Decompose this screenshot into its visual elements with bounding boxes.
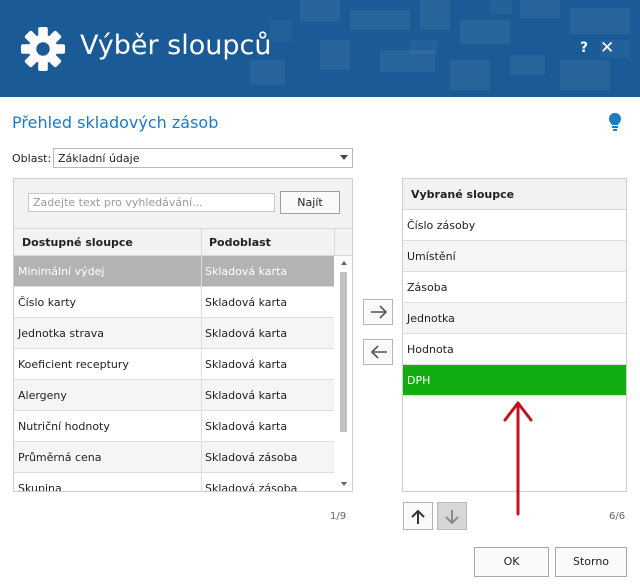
row-subarea: Skladová zásoba (205, 451, 298, 464)
column-divider (201, 318, 202, 349)
dialog-header: Výběr sloupců ? ✕ (0, 0, 640, 97)
column-divider (201, 349, 202, 380)
row-subarea: Skladová karta (205, 420, 288, 433)
lightbulb-icon[interactable] (607, 112, 623, 132)
vertical-scrollbar[interactable] (336, 256, 352, 491)
arrow-right-icon (371, 305, 388, 319)
page-subtitle: Přehled skladových zásob (12, 113, 219, 132)
selected-column-name: Zásoba (407, 281, 448, 294)
row-subarea: Skladová karta (205, 265, 288, 278)
arrow-down-icon (445, 510, 459, 525)
row-column-name: Číslo karty (18, 296, 77, 309)
column-divider (201, 256, 202, 287)
area-select-value: Základní údaje (58, 152, 140, 165)
add-column-button[interactable] (363, 299, 393, 325)
area-select[interactable]: Základní údaje (53, 148, 353, 168)
row-column-name: Průměrná cena (18, 451, 102, 464)
remove-column-button[interactable] (363, 339, 393, 365)
column-header-available[interactable]: Dostupné sloupce (22, 236, 133, 249)
row-subarea: Skladová karta (205, 296, 288, 309)
column-divider (201, 380, 202, 411)
column-divider (334, 229, 335, 256)
dialog-title: Výběr sloupců (80, 30, 272, 61)
table-row[interactable]: Alergeny Skladová karta (14, 380, 334, 411)
row-subarea: Skladová karta (205, 358, 288, 371)
column-divider (201, 229, 202, 256)
list-item[interactable]: Zásoba (403, 272, 626, 303)
selected-column-name: Hodnota (407, 343, 454, 356)
gear-icon (20, 26, 66, 72)
row-subarea: Skladová karta (205, 327, 288, 340)
selected-pager: 6/6 (609, 511, 626, 522)
row-column-name: Nutriční hodnoty (18, 420, 110, 433)
table-row[interactable]: Minimální výdej Skladová karta (14, 256, 334, 287)
arrow-left-icon (370, 345, 387, 359)
chevron-down-icon (340, 155, 348, 160)
annotation-arrow-icon (503, 401, 533, 516)
find-button[interactable]: Najít (280, 191, 340, 214)
list-item-selected[interactable]: DPH (403, 365, 626, 396)
list-item[interactable]: Umístění (403, 241, 626, 272)
list-item[interactable]: Číslo zásoby (403, 210, 626, 241)
table-row[interactable]: Číslo karty Skladová karta (14, 287, 334, 318)
row-column-name: Alergeny (18, 389, 67, 402)
search-toolbar: Najít (14, 179, 352, 228)
available-columns-list: Minimální výdej Skladová karta Číslo kar… (14, 256, 334, 492)
row-subarea: Skladová karta (205, 389, 288, 402)
search-input[interactable] (28, 193, 275, 212)
selected-column-name: Umístění (407, 250, 456, 263)
row-column-name: Minimální výdej (18, 265, 105, 278)
table-row[interactable]: Nutriční hodnoty Skladová karta (14, 411, 334, 442)
column-divider (201, 442, 202, 473)
close-icon[interactable]: ✕ (600, 38, 614, 58)
selected-column-name: Číslo zásoby (407, 219, 476, 232)
list-item[interactable]: Hodnota (403, 334, 626, 365)
column-header-subarea[interactable]: Podoblast (209, 236, 271, 249)
row-column-name: Jednotka strava (18, 327, 104, 340)
scroll-up-icon[interactable] (341, 261, 347, 265)
table-row[interactable]: Koeficient receptury Skladová karta (14, 349, 334, 380)
row-column-name: Koeficient receptury (18, 358, 129, 371)
scrollbar-thumb[interactable] (340, 272, 347, 432)
selected-columns-header: Vybrané sloupce (403, 179, 626, 210)
available-columns-header: Dostupné sloupce Podoblast (14, 228, 352, 256)
column-divider (201, 411, 202, 442)
selected-column-name: DPH (407, 374, 431, 387)
arrow-up-icon (411, 509, 425, 524)
column-divider (201, 287, 202, 318)
column-divider (201, 473, 202, 491)
list-item[interactable]: Jednotka (403, 303, 626, 334)
available-columns-panel: Najít Dostupné sloupce Podoblast Minimál… (13, 178, 353, 492)
available-pager: 1/9 (330, 511, 347, 522)
cancel-button[interactable]: Storno (555, 547, 627, 577)
column-header-selected: Vybrané sloupce (411, 188, 515, 201)
move-up-button[interactable] (403, 502, 433, 530)
scroll-down-icon[interactable] (341, 482, 347, 486)
selected-column-name: Jednotka (407, 312, 455, 325)
table-row[interactable]: Skupina Skladová zásoba (14, 473, 334, 492)
move-down-button[interactable] (437, 502, 467, 530)
table-row[interactable]: Průměrná cena Skladová zásoba (14, 442, 334, 473)
row-subarea: Skladová zásoba (205, 482, 298, 492)
ok-button[interactable]: OK (474, 547, 549, 577)
help-icon[interactable]: ? (580, 40, 588, 56)
area-label: Oblast: (12, 152, 52, 165)
table-row[interactable]: Jednotka strava Skladová karta (14, 318, 334, 349)
row-column-name: Skupina (18, 482, 62, 492)
